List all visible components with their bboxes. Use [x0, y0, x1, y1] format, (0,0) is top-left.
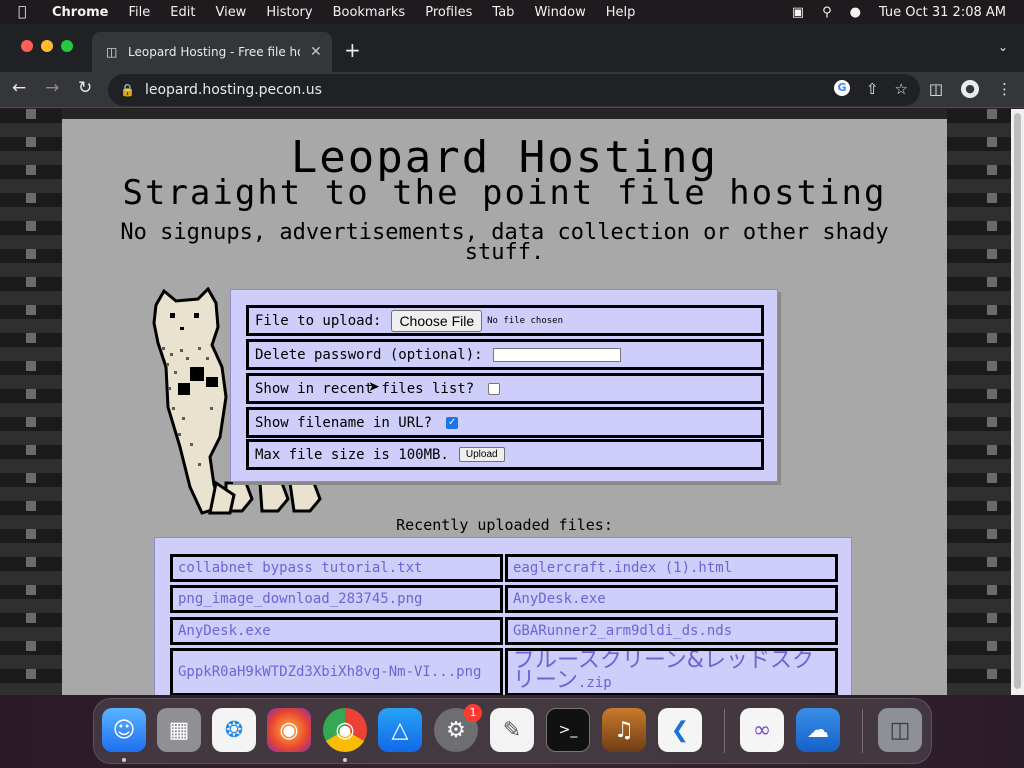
menu-help[interactable]: Help [606, 5, 636, 20]
delete-password-row: Delete password (optional): [246, 339, 764, 370]
side-panel-icon[interactable]: ◫ [929, 80, 943, 98]
background-pattern-right [947, 109, 1011, 695]
file-upload-label: File to upload: [255, 312, 382, 329]
tab-title: Leopard Hosting - Free file hosting [128, 45, 300, 59]
vscode-icon[interactable]: ❮ [658, 708, 702, 752]
recent-file-extension[interactable]: .zip [578, 675, 612, 691]
recent-file-link[interactable]: png_image_download_283745.png [170, 585, 503, 613]
show-recent-row: Show in recent files list? [246, 373, 764, 404]
file-upload-row: File to upload: Choose File No file chos… [246, 305, 764, 336]
delete-password-label: Delete password (optional): [255, 346, 483, 363]
show-recent-checkbox[interactable] [488, 382, 501, 395]
upload-button[interactable]: Upload [458, 447, 505, 462]
finder-icon[interactable]: ☺ [102, 708, 146, 752]
page-viewport: Leopard Hosting Straight to the point fi… [0, 109, 1024, 695]
tab-leopard-hosting[interactable]: ◫ Leopard Hosting - Free file hosting ✕ [92, 32, 332, 72]
menu-tab[interactable]: Tab [492, 5, 514, 20]
show-filename-row: Show filename in URL? ✓ [246, 407, 764, 438]
recent-file-link[interactable]: AnyDesk.exe [505, 585, 838, 613]
menu-view[interactable]: View [215, 5, 246, 20]
delete-password-input[interactable] [492, 347, 621, 362]
recent-file-link[interactable]: ブルースクリーン&レッドスクリーン.zip [505, 648, 838, 695]
menu-file[interactable]: File [129, 5, 151, 20]
back-arrow-icon[interactable]: ← [12, 78, 26, 98]
launchpad-icon[interactable]: ▦ [157, 708, 201, 752]
menu-window[interactable]: Window [534, 5, 585, 20]
recent-file-link[interactable]: eaglercraft.index (1).html [505, 554, 838, 582]
page-scrollbar[interactable] [1011, 109, 1024, 695]
recent-files-list: collabnet bypass tutorial.txt eaglercraf… [154, 537, 852, 695]
tab-bar: ◫ Leopard Hosting - Free file hosting ✕ … [0, 24, 1024, 72]
apple-icon[interactable]:  [18, 4, 38, 20]
recent-files-title: Recently uploaded files: [396, 516, 613, 534]
bookmark-star-icon[interactable]: ☆ [895, 80, 908, 98]
close-window-button[interactable] [21, 40, 33, 52]
show-filename-label: Show filename in URL? [255, 414, 433, 431]
upload-form: File to upload: Choose File No file chos… [230, 289, 778, 482]
chrome-icon[interactable]: ◉ [323, 708, 367, 752]
finder-running-indicator [122, 758, 126, 762]
forward-arrow-icon[interactable]: → [45, 78, 59, 98]
zoom-window-button[interactable] [61, 40, 73, 52]
control-center-icon[interactable]: ● [850, 5, 861, 20]
scrollbar-thumb[interactable] [1014, 113, 1021, 689]
google-icon[interactable]: G [833, 80, 850, 96]
minimize-window-button[interactable] [41, 40, 53, 52]
reload-icon[interactable]: ↻ [78, 78, 92, 98]
chrome-running-indicator [343, 758, 347, 762]
choose-file-button[interactable]: Choose File [391, 309, 483, 332]
app-store-icon[interactable]: △ [378, 708, 422, 752]
menu-bookmarks[interactable]: Bookmarks [333, 5, 406, 20]
page-tagline: No signups, advertisements, data collect… [120, 220, 889, 265]
profile-avatar-icon[interactable]: ● [961, 80, 979, 98]
url-text[interactable]: leopard.hosting.pecon.us [145, 82, 322, 98]
no-file-chosen-text: No file chosen [487, 315, 563, 326]
spotlight-search-icon[interactable]: ⚲ [822, 5, 832, 20]
safari-icon[interactable]: ❂ [212, 708, 256, 752]
recent-file-link[interactable]: GppkR0aH9kWTDZd3XbiXh8vg-Nm-VI...png [170, 648, 503, 695]
more-menu-icon[interactable]: ⋮ [997, 80, 1012, 98]
upload-row: Max file size is 100MB. Upload [246, 439, 764, 470]
menu-edit[interactable]: Edit [170, 5, 195, 20]
screen-mirroring-icon[interactable]: ▣ [792, 5, 804, 20]
share-icon[interactable]: ⇧ [866, 80, 879, 98]
garageband-icon[interactable]: ♫ [602, 708, 646, 752]
menu-clock[interactable]: Tue Oct 31 2:08 AM [879, 5, 1006, 20]
settings-notification-badge: 1 [464, 704, 482, 722]
address-bar[interactable]: 🔒 leopard.hosting.pecon.us G ⇧ ☆ [108, 74, 920, 106]
recent-file-link[interactable]: collabnet bypass tutorial.txt [170, 554, 503, 582]
menu-bar:  Chrome File Edit View History Bookmark… [0, 0, 1024, 24]
recent-file-link[interactable]: GBARunner2_arm9dldi_ds.nds [505, 617, 838, 645]
browser-toolbar: ← → ↻ 🔒 leopard.hosting.pecon.us G ⇧ ☆ ◫… [0, 72, 1024, 108]
show-recent-label: Show in recent files list? [255, 380, 475, 397]
terminal-icon[interactable]: >_ [546, 708, 590, 752]
textedit-icon[interactable]: ✎ [490, 708, 534, 752]
firefox-icon[interactable]: ◉ [267, 708, 311, 752]
lock-icon[interactable]: 🔒 [120, 83, 135, 97]
page-content: Leopard Hosting Straight to the point fi… [62, 119, 947, 695]
dock-separator [724, 709, 725, 753]
new-tab-icon[interactable]: + [344, 38, 361, 62]
tab-search-chevron-icon[interactable]: ⌄ [998, 40, 1008, 54]
show-filename-checkbox[interactable]: ✓ [446, 416, 459, 429]
recent-file-name-japanese[interactable]: ブルースクリーン&レッドスクリーン [513, 651, 814, 693]
page-favicon-icon: ◫ [106, 45, 118, 59]
background-pattern-left [0, 109, 62, 695]
close-tab-icon[interactable]: ✕ [310, 44, 322, 60]
weather-icon[interactable]: ☁ [796, 708, 840, 752]
mouse-cursor-icon: ➤ [368, 379, 380, 395]
visual-studio-icon[interactable]: ∞ [740, 708, 784, 752]
dock-separator [862, 709, 863, 753]
recent-file-link[interactable]: AnyDesk.exe [170, 617, 503, 645]
page-subtitle: Straight to the point file hosting [122, 173, 887, 213]
system-settings-icon[interactable]: ⚙ 1 [434, 704, 482, 752]
dock: ☺ ▦ ❂ ◉ ◉ △ ⚙ 1 ✎ >_ ♫ ❮ ∞ ☁ ◫ [93, 698, 932, 764]
max-file-size-label: Max file size is 100MB. [255, 446, 449, 463]
trash-icon[interactable]: ◫ [878, 708, 922, 752]
menu-profiles[interactable]: Profiles [425, 5, 472, 20]
menu-app-name[interactable]: Chrome [52, 5, 109, 20]
menu-history[interactable]: History [266, 5, 312, 20]
